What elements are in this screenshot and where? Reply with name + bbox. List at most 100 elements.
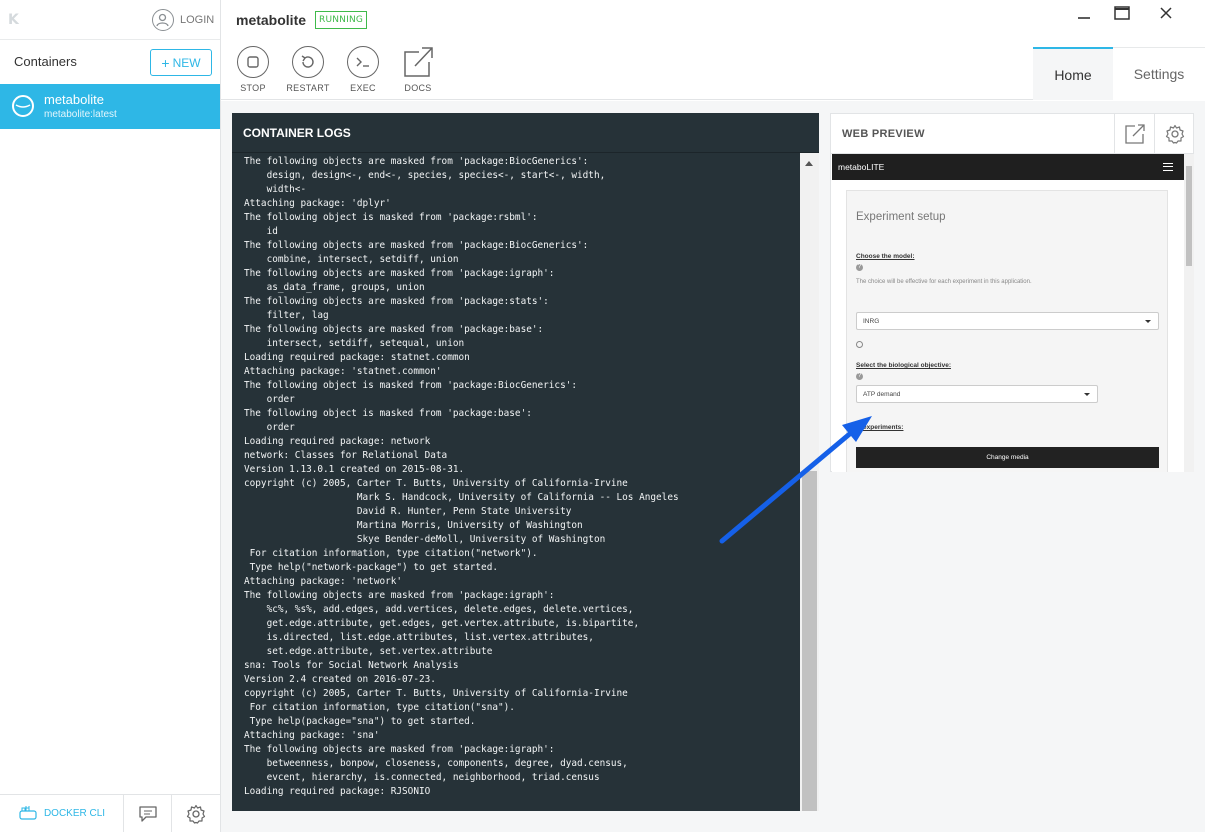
chat-icon <box>138 805 157 822</box>
status-badge: RUNNING <box>315 11 368 29</box>
restart-button[interactable]: RESTART <box>286 46 330 93</box>
stop-button[interactable]: STOP <box>233 46 273 93</box>
log-line: Loading required package: network <box>244 436 431 447</box>
log-line: Loading required package: RJSONIO <box>244 786 431 797</box>
maximize-button[interactable] <box>1107 0 1137 26</box>
login-button[interactable]: LOGIN <box>152 8 214 32</box>
minimize-icon <box>1078 17 1090 19</box>
log-line: The following object is masked from 'pac… <box>244 380 578 391</box>
log-line: design, design<-, end<-, species, specie… <box>244 170 606 181</box>
containers-header: Containers + NEW <box>0 40 220 84</box>
objective-label: Select the biological objective: <box>856 362 951 369</box>
objective-select[interactable]: ATP demand <box>856 385 1098 403</box>
log-line: filter, lag <box>244 310 329 321</box>
caret-down-icon <box>1084 393 1090 396</box>
kitematic-logo: K <box>8 12 19 28</box>
preview-scrollbar[interactable] <box>1184 154 1194 472</box>
experiment-setup-title: Experiment setup <box>856 211 946 223</box>
web-preview-title: WEB PREVIEW <box>842 128 925 140</box>
log-line: The following object is masked from 'pac… <box>244 212 538 223</box>
log-line: order <box>244 422 295 433</box>
model-label: Choose the model: <box>856 253 915 260</box>
view-tabs: Home Settings <box>1033 47 1205 100</box>
gear-icon <box>1165 124 1184 144</box>
preferences-button[interactable] <box>172 795 220 832</box>
preview-settings-button[interactable] <box>1154 114 1194 154</box>
objective-select-value: ATP demand <box>863 390 901 398</box>
web-preview-panel: WEB PREVIEW metaboLITE Experiment setup … <box>830 113 1194 472</box>
plus-icon: + <box>161 54 170 71</box>
login-label: LOGIN <box>180 14 215 26</box>
log-line: David R. Hunter, Penn State University <box>244 506 572 517</box>
restart-label: RESTART <box>286 83 330 93</box>
log-line: order <box>244 394 295 405</box>
log-line: Attaching package: 'statnet.common' <box>244 366 442 377</box>
docker-cli-button[interactable]: DOCKER CLI <box>0 795 124 832</box>
logs-output[interactable]: The following objects are masked from 'p… <box>232 153 799 811</box>
open-in-browser-button[interactable] <box>1114 114 1154 154</box>
log-line: width<- <box>244 184 307 195</box>
log-line: Attaching package: 'sna' <box>244 730 380 741</box>
log-line: Type help(package="sna") to get started. <box>244 716 476 727</box>
log-line: set.edge.attribute, set.vertex.attribute <box>244 646 493 657</box>
scroll-up-arrow-icon[interactable] <box>805 161 813 166</box>
log-line: Loading required package: statnet.common <box>244 352 470 363</box>
container-title: metabolite <box>236 12 307 28</box>
container-logs-panel: CONTAINER LOGS The following objects are… <box>232 113 819 811</box>
log-line: combine, intersect, setdiff, union <box>244 254 459 265</box>
log-line: Attaching package: 'dplyr' <box>244 198 391 209</box>
preview-app-name: metaboLITE <box>838 162 885 172</box>
close-icon <box>1160 7 1172 19</box>
preview-navbar: metaboLITE <box>832 154 1184 180</box>
docs-button[interactable]: DOCS <box>398 46 438 93</box>
log-line: Type help("network-package") to get star… <box>244 562 498 573</box>
log-line: Martina Morris, University of Washington <box>244 520 583 531</box>
log-line: The following objects are masked from 'p… <box>244 744 555 755</box>
sidebar-top-bar: K LOGIN <box>0 0 220 40</box>
feedback-button[interactable] <box>124 795 172 832</box>
sidebar: K LOGIN Containers + NEW metabolite meta… <box>0 0 221 832</box>
logs-title: CONTAINER LOGS <box>232 113 819 153</box>
model-select[interactable]: INRG <box>856 312 1159 330</box>
log-line: %c%, %s%, add.edges, add.vertices, delet… <box>244 604 634 615</box>
log-line: The following objects are masked from 'p… <box>244 324 544 335</box>
info-icon <box>856 341 863 348</box>
stop-icon <box>237 46 269 78</box>
container-status-icon <box>12 95 34 117</box>
containers-title: Containers <box>14 54 77 69</box>
exec-button[interactable]: EXEC <box>343 46 383 93</box>
web-preview-frame[interactable]: metaboLITE Experiment setup Choose the m… <box>832 154 1184 472</box>
external-link-icon <box>401 46 435 78</box>
help-icon: ? <box>856 264 863 271</box>
container-name: metabolite <box>44 92 104 107</box>
log-line: The following objects are masked from 'p… <box>244 268 555 279</box>
sidebar-bottom-bar: DOCKER CLI <box>0 794 220 832</box>
logs-scrollbar-thumb[interactable] <box>802 471 817 811</box>
log-line: Version 1.13.0.1 created on 2015-08-31. <box>244 464 465 475</box>
log-line: copyright (c) 2005, Carter T. Butts, Uni… <box>244 688 628 699</box>
log-line: copyright (c) 2005, Carter T. Butts, Uni… <box>244 478 628 489</box>
model-help-text: The choice will be effective for each ex… <box>856 279 1032 285</box>
action-toolbar: STOP RESTART EXEC DOCS <box>233 46 438 93</box>
tab-home[interactable]: Home <box>1033 47 1113 100</box>
experiments-label: experiments: <box>863 424 904 431</box>
container-image: metabolite:latest <box>44 109 117 120</box>
maximize-icon <box>1114 6 1130 20</box>
logs-scrollbar[interactable] <box>800 153 819 811</box>
log-line: intersect, setdiff, setequal, union <box>244 338 465 349</box>
help-icon: ? <box>856 373 863 380</box>
docker-cli-label: DOCKER CLI <box>43 808 106 819</box>
change-media-button[interactable]: Change media <box>856 447 1159 468</box>
new-container-button[interactable]: + NEW <box>150 49 212 76</box>
close-button[interactable] <box>1151 0 1181 26</box>
minimize-button[interactable] <box>1069 0 1099 26</box>
log-line: Attaching package: 'network' <box>244 576 403 587</box>
hamburger-menu-icon[interactable] <box>1163 163 1173 171</box>
preview-scrollbar-thumb[interactable] <box>1186 166 1192 266</box>
stop-label: STOP <box>240 83 266 93</box>
container-list-item[interactable]: metabolite metabolite:latest <box>0 84 220 129</box>
log-line: Skye Bender-deMoll, University of Washin… <box>244 534 606 545</box>
restart-icon <box>292 46 324 78</box>
tab-settings[interactable]: Settings <box>1113 47 1205 100</box>
log-line: sna: Tools for Social Network Analysis <box>244 660 459 671</box>
